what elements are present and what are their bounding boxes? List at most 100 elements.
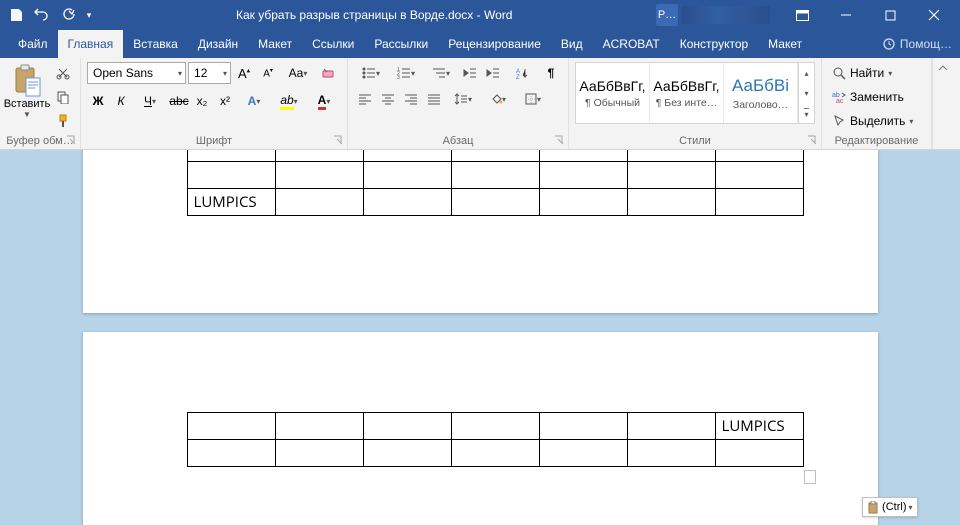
text-effects[interactable]: A▾ [237,90,271,112]
font-dialog-launcher[interactable] [332,134,344,146]
paste-button[interactable]: Вставить ▼ [6,62,48,119]
tab-mailings[interactable]: Рассылки [364,30,438,58]
brush-icon [56,114,70,128]
tab-layout-table[interactable]: Макет [758,30,812,58]
save-button[interactable] [4,3,28,27]
group-clipboard: Вставить ▼ Буфер обм… [0,58,81,149]
bullets[interactable]: ▾ [354,62,388,84]
font-name-combo[interactable]: Open Sans▾ [87,62,186,84]
italic-button[interactable]: К [110,90,132,112]
strikethrough-button[interactable]: abc [168,90,190,112]
styles-scroll-up[interactable]: ▴ [799,63,814,83]
highlight-color[interactable]: ab▾ [272,90,306,112]
styles-expand[interactable]: ▾ [799,103,814,123]
shrink-font[interactable]: A▾ [257,62,279,84]
maximize-button[interactable] [868,0,912,30]
tab-layout[interactable]: Макет [248,30,302,58]
underline-button[interactable]: Ч▾ [133,90,167,112]
tab-file[interactable]: Файл [8,30,58,58]
tab-review[interactable]: Рецензирование [438,30,551,58]
style-no-spacing[interactable]: АаБбВвГг, ¶ Без инте… [650,63,724,123]
ribbon-tabs: Файл Главная Вставка Дизайн Макет Ссылки… [0,30,960,58]
tell-me-search[interactable]: Помощ… [874,30,960,58]
table-1[interactable]: LUMPICS [187,150,804,216]
sort[interactable]: AZ [505,62,539,84]
group-font: Open Sans▾ 12▾ A▴ A▾ Aa▾ Ж К Ч▾ abc x₂ x… [81,58,348,149]
tell-me-label: Помощ… [900,37,952,51]
align-center[interactable] [377,88,399,110]
bullets-icon [362,67,376,79]
document-canvas[interactable]: LUMPICS LUMPICS (Ctrl)▾ [0,150,960,525]
spacing-icon [454,93,468,105]
document-title: Как убрать разрыв страницы в Ворде.docx … [236,8,512,22]
svg-text:Z: Z [516,75,520,79]
numbering-icon: 123 [397,67,411,79]
bold-button[interactable]: Ж [87,90,109,112]
superscript-button[interactable]: x² [214,90,236,112]
clipboard-dialog-launcher[interactable] [65,134,77,146]
copy-icon [56,90,70,104]
redo-button[interactable] [56,3,80,27]
align-right[interactable] [400,88,422,110]
ribbon-display-options[interactable] [780,0,824,30]
multilevel-list[interactable]: ▾ [424,62,458,84]
group-paragraph-label: Абзац [354,133,562,147]
subscript-button[interactable]: x₂ [191,90,213,112]
tab-design[interactable]: Дизайн [188,30,248,58]
tab-insert[interactable]: Вставка [123,30,188,58]
tab-home[interactable]: Главная [58,30,124,58]
shading[interactable]: ▾ [481,88,515,110]
cursor-icon [832,114,846,128]
font-size-combo[interactable]: 12▾ [188,62,231,84]
increase-indent[interactable] [482,62,504,84]
tab-references[interactable]: Ссылки [302,30,364,58]
table-add-handle[interactable] [804,470,816,484]
page-1[interactable]: LUMPICS [83,150,878,313]
clipboard-icon [867,501,880,514]
copy-button[interactable] [52,86,74,108]
quick-access-toolbar: ▾ [4,3,96,27]
group-editing-label: Редактирование [828,133,925,147]
paste-options-button[interactable]: (Ctrl)▾ [862,497,917,517]
search-icon [832,66,846,80]
styles-dialog-launcher[interactable] [806,134,818,146]
collapse-ribbon[interactable] [932,58,952,149]
group-clipboard-label: Буфер обм… [6,133,74,147]
table-2[interactable]: LUMPICS [187,412,804,467]
font-color[interactable]: A▾ [307,90,341,112]
select-button[interactable]: Выделить▾ [828,110,917,132]
styles-scroll-down[interactable]: ▾ [799,83,814,103]
tab-constructor[interactable]: Конструктор [670,30,758,58]
undo-button[interactable] [30,3,54,27]
clear-formatting[interactable] [317,62,339,84]
minimize-button[interactable] [824,0,868,30]
close-button[interactable] [912,0,956,30]
styles-gallery: АаБбВвГг, ¶ Обычный АаБбВвГг, ¶ Без инте… [575,62,815,124]
cut-button[interactable] [52,62,74,84]
show-marks-button[interactable]: ¶ [540,62,562,84]
grow-font[interactable]: A▴ [233,62,255,84]
style-heading1[interactable]: АаБбВі Заголово… [724,63,798,123]
ribbon: Вставить ▼ Буфер обм… Open Sans▾ [0,58,960,150]
decrease-indent[interactable] [459,62,481,84]
numbering[interactable]: 123▾ [389,62,423,84]
group-styles: АаБбВвГг, ¶ Обычный АаБбВвГг, ¶ Без инте… [569,58,822,149]
page-2[interactable]: LUMPICS (Ctrl)▾ [83,332,878,525]
find-button[interactable]: Найти▾ [828,62,917,84]
paragraph-dialog-launcher[interactable] [553,134,565,146]
line-spacing[interactable]: ▾ [446,88,480,110]
align-left[interactable] [354,88,376,110]
replace-button[interactable]: abac Заменить [828,86,917,108]
format-painter-button[interactable] [52,110,74,132]
sort-icon: AZ [516,67,528,79]
tab-acrobat[interactable]: ACROBAT [593,30,670,58]
user-badge[interactable]: Р… [656,4,678,26]
borders[interactable]: ▾ [516,88,550,110]
tab-view[interactable]: Вид [551,30,593,58]
style-normal[interactable]: АаБбВвГг, ¶ Обычный [576,63,650,123]
change-case[interactable]: Aa▾ [281,62,315,84]
qat-customize[interactable]: ▾ [82,3,96,27]
table-cell-lumpics-1[interactable]: LUMPICS [187,188,275,215]
justify[interactable] [423,88,445,110]
table-cell-lumpics-2[interactable]: LUMPICS [715,412,803,439]
